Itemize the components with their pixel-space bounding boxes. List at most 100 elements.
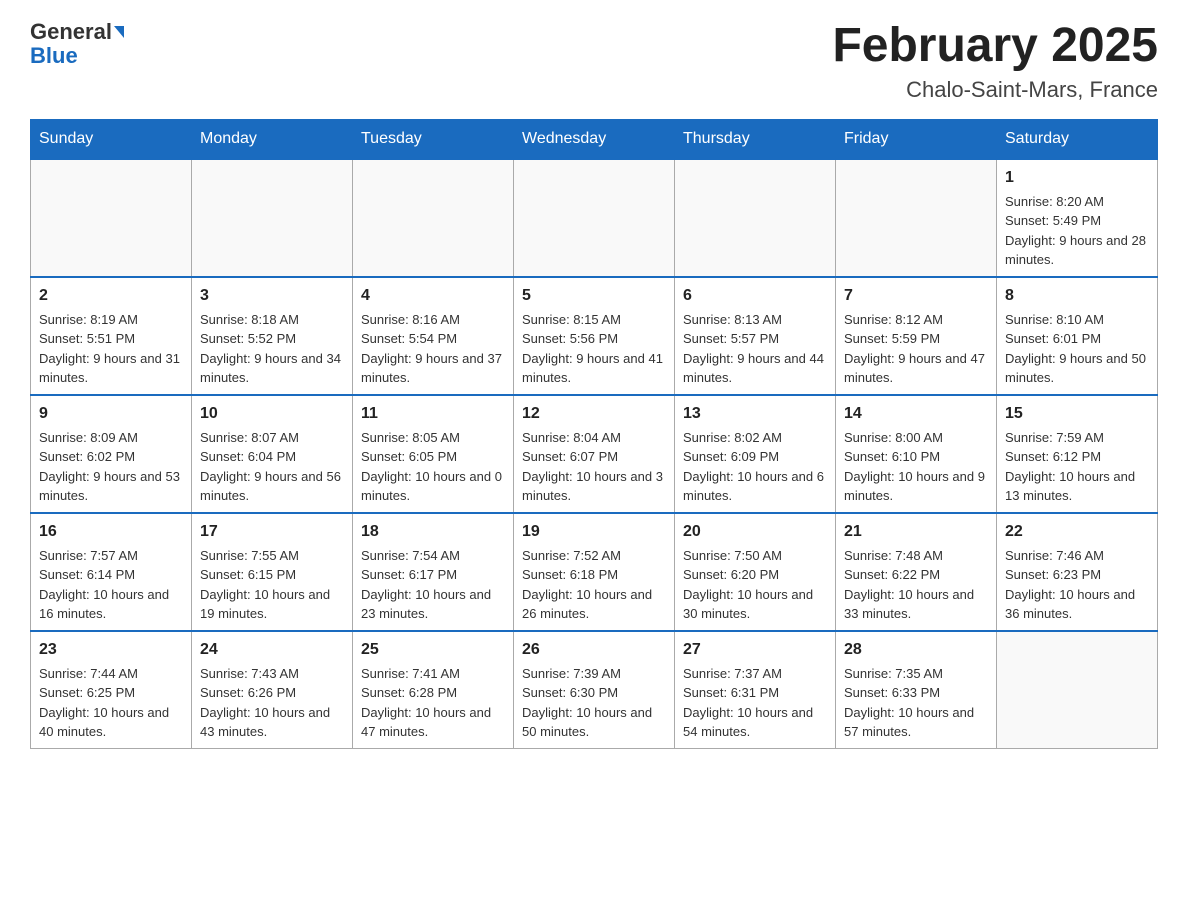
day-info: Sunset: 6:23 PM <box>1005 565 1149 585</box>
day-info: Daylight: 10 hours and 0 minutes. <box>361 467 505 506</box>
calendar-cell: 12Sunrise: 8:04 AMSunset: 6:07 PMDayligh… <box>514 395 675 513</box>
calendar-cell: 11Sunrise: 8:05 AMSunset: 6:05 PMDayligh… <box>353 395 514 513</box>
day-info: Daylight: 10 hours and 19 minutes. <box>200 585 344 624</box>
calendar-cell <box>997 631 1158 749</box>
logo: General Blue <box>30 20 124 68</box>
calendar-cell: 27Sunrise: 7:37 AMSunset: 6:31 PMDayligh… <box>675 631 836 749</box>
calendar-cell: 22Sunrise: 7:46 AMSunset: 6:23 PMDayligh… <box>997 513 1158 631</box>
day-info: Sunrise: 7:55 AM <box>200 546 344 566</box>
calendar-cell: 13Sunrise: 8:02 AMSunset: 6:09 PMDayligh… <box>675 395 836 513</box>
day-number: 4 <box>361 284 505 308</box>
day-info: Sunset: 6:22 PM <box>844 565 988 585</box>
day-info: Sunset: 6:04 PM <box>200 447 344 467</box>
week-row-4: 23Sunrise: 7:44 AMSunset: 6:25 PMDayligh… <box>31 631 1158 749</box>
week-row-0: 1Sunrise: 8:20 AMSunset: 5:49 PMDaylight… <box>31 159 1158 277</box>
day-number: 15 <box>1005 402 1149 426</box>
day-number: 21 <box>844 520 988 544</box>
calendar-table: SundayMondayTuesdayWednesdayThursdayFrid… <box>30 119 1158 749</box>
calendar-cell: 14Sunrise: 8:00 AMSunset: 6:10 PMDayligh… <box>836 395 997 513</box>
day-info: Daylight: 9 hours and 28 minutes. <box>1005 231 1149 270</box>
day-info: Sunset: 6:28 PM <box>361 683 505 703</box>
day-number: 10 <box>200 402 344 426</box>
day-number: 9 <box>39 402 183 426</box>
day-info: Daylight: 9 hours and 37 minutes. <box>361 349 505 388</box>
day-number: 16 <box>39 520 183 544</box>
logo-text-blue: Blue <box>30 44 78 68</box>
day-info: Sunset: 6:09 PM <box>683 447 827 467</box>
day-info: Sunrise: 8:05 AM <box>361 428 505 448</box>
calendar-cell <box>675 159 836 277</box>
location-title: Chalo-Saint-Mars, France <box>832 77 1158 103</box>
calendar-cell <box>353 159 514 277</box>
calendar-cell: 7Sunrise: 8:12 AMSunset: 5:59 PMDaylight… <box>836 277 997 395</box>
day-number: 20 <box>683 520 827 544</box>
weekday-header-thursday: Thursday <box>675 119 836 159</box>
day-info: Sunrise: 7:35 AM <box>844 664 988 684</box>
day-info: Sunrise: 7:39 AM <box>522 664 666 684</box>
day-info: Sunset: 6:31 PM <box>683 683 827 703</box>
day-info: Sunset: 6:15 PM <box>200 565 344 585</box>
day-info: Sunset: 6:05 PM <box>361 447 505 467</box>
day-info: Daylight: 10 hours and 54 minutes. <box>683 703 827 742</box>
day-info: Sunrise: 7:44 AM <box>39 664 183 684</box>
day-info: Sunset: 5:51 PM <box>39 329 183 349</box>
calendar-cell: 25Sunrise: 7:41 AMSunset: 6:28 PMDayligh… <box>353 631 514 749</box>
logo-arrow-icon <box>114 26 124 38</box>
day-number: 1 <box>1005 166 1149 190</box>
title-block: February 2025 Chalo-Saint-Mars, France <box>832 20 1158 103</box>
day-info: Daylight: 10 hours and 47 minutes. <box>361 703 505 742</box>
day-info: Daylight: 9 hours and 41 minutes. <box>522 349 666 388</box>
day-info: Daylight: 9 hours and 34 minutes. <box>200 349 344 388</box>
day-info: Daylight: 10 hours and 30 minutes. <box>683 585 827 624</box>
day-info: Sunrise: 7:57 AM <box>39 546 183 566</box>
day-info: Sunrise: 7:41 AM <box>361 664 505 684</box>
day-number: 24 <box>200 638 344 662</box>
day-number: 28 <box>844 638 988 662</box>
day-number: 8 <box>1005 284 1149 308</box>
calendar-cell: 16Sunrise: 7:57 AMSunset: 6:14 PMDayligh… <box>31 513 192 631</box>
day-info: Daylight: 10 hours and 16 minutes. <box>39 585 183 624</box>
weekday-header-wednesday: Wednesday <box>514 119 675 159</box>
day-info: Sunrise: 8:18 AM <box>200 310 344 330</box>
day-info: Sunrise: 7:54 AM <box>361 546 505 566</box>
day-info: Sunrise: 7:59 AM <box>1005 428 1149 448</box>
day-info: Daylight: 10 hours and 40 minutes. <box>39 703 183 742</box>
day-number: 2 <box>39 284 183 308</box>
calendar-cell <box>514 159 675 277</box>
day-info: Sunrise: 8:12 AM <box>844 310 988 330</box>
day-info: Sunset: 6:10 PM <box>844 447 988 467</box>
calendar-cell: 24Sunrise: 7:43 AMSunset: 6:26 PMDayligh… <box>192 631 353 749</box>
day-info: Daylight: 10 hours and 36 minutes. <box>1005 585 1149 624</box>
logo-text-general: General <box>30 20 112 44</box>
day-info: Sunset: 5:49 PM <box>1005 211 1149 231</box>
calendar-cell: 2Sunrise: 8:19 AMSunset: 5:51 PMDaylight… <box>31 277 192 395</box>
day-info: Sunrise: 7:37 AM <box>683 664 827 684</box>
day-info: Daylight: 10 hours and 9 minutes. <box>844 467 988 506</box>
day-info: Sunset: 6:33 PM <box>844 683 988 703</box>
day-number: 18 <box>361 520 505 544</box>
day-info: Daylight: 10 hours and 57 minutes. <box>844 703 988 742</box>
calendar-cell: 3Sunrise: 8:18 AMSunset: 5:52 PMDaylight… <box>192 277 353 395</box>
day-info: Sunrise: 7:46 AM <box>1005 546 1149 566</box>
day-info: Daylight: 10 hours and 43 minutes. <box>200 703 344 742</box>
day-info: Daylight: 9 hours and 31 minutes. <box>39 349 183 388</box>
calendar-cell <box>192 159 353 277</box>
weekday-header-monday: Monday <box>192 119 353 159</box>
day-number: 3 <box>200 284 344 308</box>
day-number: 13 <box>683 402 827 426</box>
day-info: Daylight: 9 hours and 47 minutes. <box>844 349 988 388</box>
calendar-cell: 21Sunrise: 7:48 AMSunset: 6:22 PMDayligh… <box>836 513 997 631</box>
day-info: Sunrise: 8:16 AM <box>361 310 505 330</box>
day-info: Sunrise: 8:04 AM <box>522 428 666 448</box>
calendar-cell: 4Sunrise: 8:16 AMSunset: 5:54 PMDaylight… <box>353 277 514 395</box>
day-info: Sunset: 6:18 PM <box>522 565 666 585</box>
calendar-cell: 18Sunrise: 7:54 AMSunset: 6:17 PMDayligh… <box>353 513 514 631</box>
day-number: 6 <box>683 284 827 308</box>
day-info: Daylight: 9 hours and 50 minutes. <box>1005 349 1149 388</box>
day-info: Sunset: 6:02 PM <box>39 447 183 467</box>
day-number: 19 <box>522 520 666 544</box>
day-number: 7 <box>844 284 988 308</box>
day-number: 5 <box>522 284 666 308</box>
week-row-1: 2Sunrise: 8:19 AMSunset: 5:51 PMDaylight… <box>31 277 1158 395</box>
calendar-cell: 9Sunrise: 8:09 AMSunset: 6:02 PMDaylight… <box>31 395 192 513</box>
